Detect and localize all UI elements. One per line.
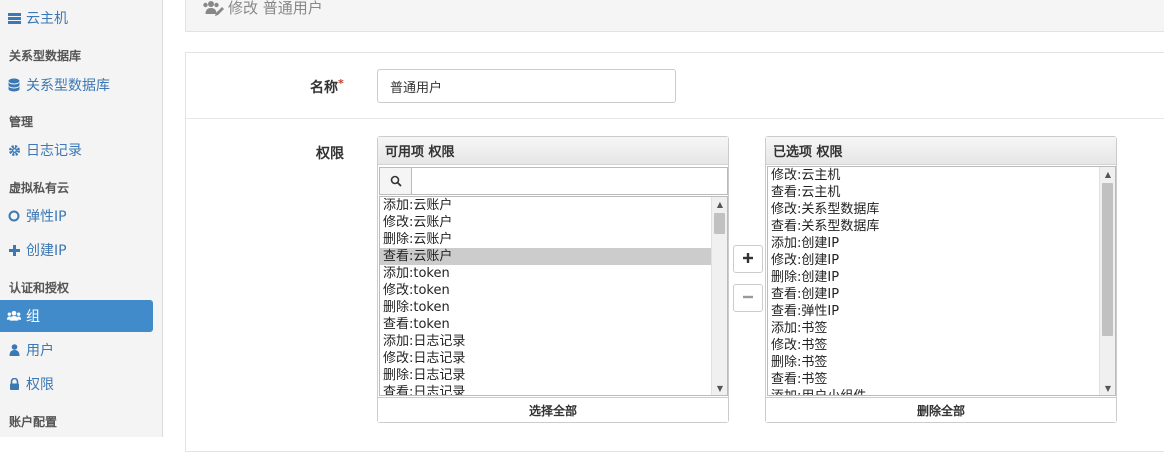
required-mark: * [338,77,344,90]
available-header: 可用项 权限 [378,137,728,165]
chosen-listbox[interactable]: 修改:云主机 查看:云主机 修改:关系型数据库 查看:关系型数据库 添加:创建IP 修改:… [767,166,1116,396]
database-icon [7,78,21,92]
sidebar-item-cloud-host[interactable]: 云主机 [0,2,153,34]
scroll-down-icon[interactable]: ▼ [1100,381,1115,395]
user-icon [7,343,21,357]
server-icon [7,11,21,25]
sidebar-section-heading: 虚拟私有云 [9,181,70,195]
sidebar-item-label: 弹性IP [26,209,67,225]
sidebar-section-heading: 账户配置 [9,415,58,429]
plus-icon [743,252,753,267]
sidebar-item-label: 创建IP [26,243,67,259]
list-item[interactable]: 删除:云账户 [380,231,727,248]
sidebar-item-permission[interactable]: 权限 [0,368,153,400]
scrollbar[interactable]: ▲ ▼ [711,197,727,395]
divider [186,118,1164,119]
sidebar-item-elastic-ip[interactable]: 弹性IP [0,200,153,232]
page-title: 修改 普通用户 [202,0,323,18]
list-item[interactable]: 删除:日志记录 [380,367,727,384]
plus-icon [7,243,21,257]
add-button[interactable] [733,245,763,273]
page-header: 修改 普通用户 [185,0,1164,32]
chosen-permissions-box: 已选项 权限 修改:云主机 查看:云主机 修改:关系型数据库 查看:关系型数据库 添加:… [765,136,1117,423]
list-item[interactable]: 删除:创建IP [768,269,1115,286]
remove-button[interactable] [733,284,763,312]
scroll-down-icon[interactable]: ▼ [712,381,727,395]
available-permissions-box: 可用项 权限 添加:云账户 修改:云账户 删除:云账户 查看:云账户 添加:token 修… [377,136,729,423]
list-item[interactable]: 添加:书签 [768,320,1115,337]
list-item[interactable]: 修改:创建IP [768,252,1115,269]
sidebar-item-label: 组 [26,309,40,325]
scroll-thumb[interactable] [1102,183,1113,336]
list-item[interactable]: 查看:token [380,316,727,333]
sidebar-item-label: 用户 [26,343,54,359]
sidebar-section-heading: 认证和授权 [9,281,70,295]
list-item[interactable]: 添加:云账户 [380,197,727,214]
sidebar-item-label: 关系型数据库 [26,78,110,94]
list-item[interactable]: 删除:token [380,299,727,316]
scroll-up-icon[interactable]: ▲ [712,197,727,211]
sidebar-item-label: 权限 [26,377,54,393]
list-item[interactable]: 查看:日志记录 [380,384,727,395]
name-input[interactable] [377,69,676,103]
list-item[interactable]: 添加:创建IP [768,235,1115,252]
sidebar-item-label: 云主机 [26,11,68,27]
list-item[interactable]: 修改:关系型数据库 [768,201,1115,218]
sidebar: 云主机 关系型数据库 关系型数据库 管理 日志记录 虚拟私有云 弹性IP 创建I… [0,0,163,437]
minus-icon [743,291,753,306]
users-icon [7,309,21,323]
sidebar-section-heading: 关系型数据库 [9,49,82,63]
list-item[interactable]: 添加:用户小组件 [768,388,1115,395]
scrollbar[interactable]: ▲ ▼ [1099,167,1115,395]
list-item[interactable]: 查看:关系型数据库 [768,218,1115,235]
gear-icon [7,143,21,157]
list-item[interactable]: 删除:书签 [768,354,1115,371]
sidebar-item-label: 日志记录 [26,143,82,159]
available-search [379,167,728,195]
permission-label: 权限 [316,146,344,162]
scroll-thumb[interactable] [714,213,725,234]
sidebar-section-heading: 管理 [9,115,34,129]
list-item[interactable]: 查看:云账户 [380,248,727,265]
page-title-text: 修改 普通用户 [228,0,323,17]
lock-icon [7,377,21,391]
circle-icon [7,209,21,223]
remove-all-button[interactable]: 删除全部 [766,397,1116,422]
list-item[interactable]: 查看:书签 [768,371,1115,388]
list-item[interactable]: 修改:token [380,282,727,299]
list-item[interactable]: 查看:创建IP [768,286,1115,303]
list-item[interactable]: 添加:token [380,265,727,282]
list-item[interactable]: 修改:书签 [768,337,1115,354]
list-item[interactable]: 修改:日志记录 [380,350,727,367]
list-item[interactable]: 查看:云主机 [768,184,1115,201]
users-edit-icon [202,0,224,17]
list-item[interactable]: 查看:弹性IP [768,303,1115,320]
select-all-button[interactable]: 选择全部 [378,397,728,422]
scroll-up-icon[interactable]: ▲ [1100,167,1115,181]
list-item[interactable]: 修改:云账户 [380,214,727,231]
available-search-input[interactable] [412,168,727,194]
available-listbox[interactable]: 添加:云账户 修改:云账户 删除:云账户 查看:云账户 添加:token 修改:token… [379,196,728,396]
sidebar-item-logs[interactable]: 日志记录 [0,134,153,166]
list-item[interactable]: 修改:云主机 [768,167,1115,184]
sidebar-item-user[interactable]: 用户 [0,334,153,366]
list-item[interactable]: 添加:日志记录 [380,333,727,350]
sidebar-item-group[interactable]: 组 [0,300,153,332]
name-label-text: 名称 [310,80,338,96]
sidebar-item-rdb[interactable]: 关系型数据库 [0,69,153,101]
form-panel: 名称* 权限 可用项 权限 添加:云账户修改:云账户删除:云账户查看:云账户添加… [185,52,1164,452]
search-icon [380,168,412,194]
name-label: 名称* [310,77,344,97]
sidebar-item-create-ip[interactable]: 创建IP [0,234,153,266]
chosen-header: 已选项 权限 [766,137,1116,165]
